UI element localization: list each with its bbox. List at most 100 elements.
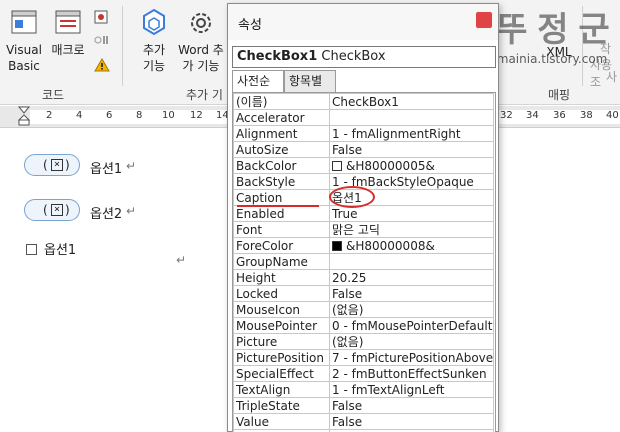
paragraph-mark: ↵ [176, 253, 187, 267]
property-value[interactable]: 20.25 [329, 269, 494, 286]
property-row[interactable]: MousePointer 0 - fmMousePointerDefault [233, 317, 494, 334]
property-row[interactable]: SpecialEffect 2 - fmButtonEffectSunken [233, 365, 494, 382]
property-name: Height [233, 269, 330, 286]
addins-label: 추가 기능 [142, 43, 166, 73]
property-name: Enabled [233, 205, 330, 222]
property-row[interactable]: Accelerator [233, 109, 494, 126]
record-macro-icon[interactable] [94, 10, 108, 27]
tab-alphabetic[interactable]: 사전순 [232, 70, 284, 93]
property-name: Accelerator [233, 109, 330, 126]
properties-titlebar[interactable]: 속성 [228, 4, 498, 40]
property-name: AutoSize [233, 141, 330, 158]
property-value[interactable]: 7 - fmPicturePositionAboveCenter [329, 349, 494, 366]
property-row[interactable]: Alignment 1 - fmAlignmentRight [233, 125, 494, 142]
property-name: Alignment [233, 125, 330, 142]
checkbox-glyph-icon: × [51, 159, 63, 171]
property-name: TripleState [233, 397, 330, 414]
object-type: CheckBox [321, 49, 386, 64]
property-row[interactable]: Height 20.25 [233, 269, 494, 286]
word-window: Visual Basic 매크로 코드 추가 기능 Word 추 가 기능 추가… [0, 0, 620, 432]
ribbon-separator [122, 6, 123, 86]
caption-highlight-ellipse [329, 186, 375, 208]
property-row[interactable]: Picture (없음) [233, 333, 494, 350]
property-value[interactable]: CheckBox1 [329, 93, 494, 110]
property-value-text: (없음) [332, 302, 364, 317]
property-value[interactable]: (없음) [329, 333, 494, 350]
ruler-tick: 32 [500, 110, 513, 121]
property-row[interactable]: AutoSize False [233, 141, 494, 158]
visual-basic-button[interactable]: Visual Basic [4, 8, 44, 74]
property-row[interactable]: ForeColor &H80000008& [233, 237, 494, 254]
ruler-tick: 36 [553, 110, 566, 121]
property-value-text: 1 - fmAlignmentRight [332, 126, 461, 141]
property-row[interactable]: MouseIcon (없음) [233, 301, 494, 318]
property-name: MousePointer [233, 317, 330, 334]
property-name: MouseIcon [233, 301, 330, 318]
ruler-tick: 8 [136, 110, 143, 121]
color-swatch-icon [332, 160, 342, 171]
property-value[interactable] [329, 253, 494, 270]
ruler-tick: 6 [106, 110, 113, 121]
property-row[interactable]: BackColor &H80000005& [233, 157, 494, 174]
property-row[interactable]: TextAlign 1 - fmTextAlignLeft [233, 381, 494, 398]
property-value[interactable]: 1 - fmTextAlignLeft [329, 381, 494, 398]
toggle-button-1[interactable]: ( × ) [24, 154, 80, 176]
word-addins-label: Word 추 가 기능 [178, 43, 224, 73]
property-name: ForeColor [233, 237, 330, 254]
properties-window[interactable]: 속성 CheckBox1 CheckBox 사전순 항목별 (이름) CheckB… [227, 3, 499, 432]
paragraph-mark: ↵ [126, 204, 137, 218]
macro-security-icon[interactable] [94, 58, 110, 75]
property-value[interactable]: &H80000008& [329, 237, 494, 254]
property-value[interactable]: False [329, 397, 494, 414]
property-row[interactable]: Value False [233, 413, 494, 430]
property-value[interactable] [329, 109, 494, 126]
indent-marker-icon[interactable] [18, 106, 30, 126]
property-row[interactable]: Font 맑은 고딕 [233, 221, 494, 238]
property-value-text: True [332, 206, 358, 221]
properties-title: 속성 [238, 18, 262, 33]
toggle-button-2[interactable]: ( × ) [24, 199, 80, 221]
ruler-tick: 34 [526, 110, 539, 121]
addins-button[interactable]: 추가 기능 [134, 8, 174, 74]
property-value[interactable]: &H80000005& [329, 157, 494, 174]
checkbox-glyph-icon: × [51, 204, 63, 216]
group-label-code: 코드 [42, 88, 65, 102]
toggle1-label: 옵션1 [90, 162, 123, 177]
property-row[interactable]: GroupName [233, 253, 494, 270]
toggle-paren-right: ) [65, 158, 70, 172]
property-name: SpecialEffect [233, 365, 330, 382]
ruler-tick: 10 [162, 110, 175, 121]
properties-grid[interactable]: (이름) CheckBox1 Accelerator Alignment 1 - fmA… [232, 92, 496, 432]
property-value[interactable]: False [329, 285, 494, 302]
property-row[interactable]: Locked False [233, 285, 494, 302]
object-selector[interactable]: CheckBox1 CheckBox [232, 46, 496, 68]
visual-basic-label: Visual Basic [6, 43, 42, 73]
tab-categorized[interactable]: 항목별 [284, 70, 336, 92]
property-value-text: 20.25 [332, 270, 367, 285]
property-row[interactable]: TripleState False [233, 397, 494, 414]
property-name: BackStyle [233, 173, 330, 190]
ruler-tick: 40 [606, 110, 619, 121]
property-row[interactable]: PicturePosition 7 - fmPicturePositionAbov… [233, 349, 494, 366]
property-value-text: 0 - fmMousePointerDefault [332, 318, 493, 333]
property-value[interactable]: False [329, 141, 494, 158]
ruler-tick: 12 [190, 110, 203, 121]
pause-recording-icon[interactable] [94, 34, 110, 49]
property-name: Font [233, 221, 330, 238]
property-value[interactable]: False [329, 413, 494, 430]
macros-button[interactable]: 매크로 [48, 8, 88, 58]
property-value[interactable]: 2 - fmButtonEffectSunken [329, 365, 494, 382]
close-icon[interactable] [476, 12, 492, 28]
word-addins-button[interactable]: Word 추 가 기능 [176, 8, 226, 74]
property-value[interactable]: (없음) [329, 301, 494, 318]
checkbox-control[interactable] [26, 244, 37, 255]
property-value-text: 7 - fmPicturePositionAboveCenter [332, 350, 494, 365]
property-value[interactable]: 맑은 고딕 [329, 221, 494, 238]
property-value[interactable]: 1 - fmAlignmentRight [329, 125, 494, 142]
property-value-text: (없음) [332, 334, 364, 349]
property-row[interactable]: Enabled True [233, 205, 494, 222]
properties-table: (이름) CheckBox1 Accelerator Alignment 1 - fmA… [233, 93, 494, 432]
toggle-paren-left: ( [43, 203, 48, 217]
property-value[interactable]: 0 - fmMousePointerDefault [329, 317, 494, 334]
property-row[interactable]: (이름) CheckBox1 [233, 93, 494, 110]
